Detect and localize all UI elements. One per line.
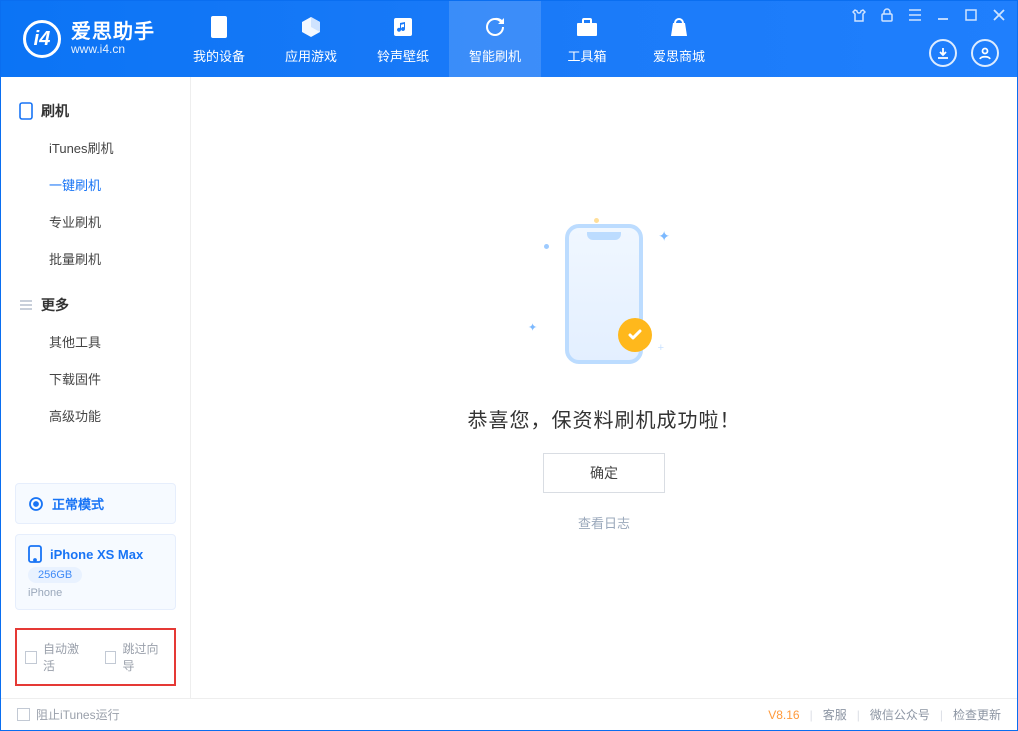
device-storage: 256GB (28, 567, 82, 583)
app-title: 爱思助手 (71, 21, 155, 43)
main-content: ✦ ✦ + 恭喜您，保资料刷机成功啦！ 确定 查看日志 (191, 77, 1017, 698)
mode-label: 正常模式 (52, 494, 104, 513)
titlebar-controls (851, 7, 1007, 23)
header: i4 爱思助手 www.i4.cn 我的设备 应用游戏 (1, 1, 1017, 77)
device-type: iPhone (28, 587, 163, 599)
checkbox-icon (25, 651, 37, 664)
tshirt-icon[interactable] (851, 7, 867, 23)
decor-dot (544, 244, 549, 249)
logo: i4 爱思助手 www.i4.cn (1, 20, 173, 58)
sidebar-item-oneclick-flash[interactable]: 一键刷机 (1, 166, 190, 203)
music-icon (390, 14, 416, 40)
footer-link-support[interactable]: 客服 (823, 706, 847, 723)
device-card[interactable]: iPhone XS Max 256GB iPhone (15, 534, 176, 610)
sparkle-icon: ✦ (658, 228, 670, 245)
sparkle-icon: + (658, 342, 664, 354)
close-icon[interactable] (991, 7, 1007, 23)
checkbox-icon (105, 651, 117, 664)
nav-label: 爱思商城 (653, 46, 705, 65)
minimize-icon[interactable] (935, 7, 951, 23)
nav-label: 我的设备 (193, 46, 245, 65)
nav-tabs: 我的设备 应用游戏 铃声壁纸 智能刷机 (173, 1, 725, 77)
menu-lines-icon (19, 298, 33, 312)
sidebar-item-advanced[interactable]: 高级功能 (1, 397, 190, 434)
phone-notch (587, 232, 621, 240)
success-check-icon (618, 318, 652, 352)
checkbox-label: 跳过向导 (122, 640, 166, 674)
nav-label: 工具箱 (567, 46, 606, 65)
checkbox-label: 自动激活 (43, 640, 87, 674)
phone-icon (19, 102, 33, 120)
sidebar-group-label: 更多 (41, 295, 69, 315)
app-subtitle: www.i4.cn (71, 43, 155, 56)
checkbox-skip-guide[interactable]: 跳过向导 (105, 640, 167, 674)
sparkle-icon: ✦ (528, 321, 537, 334)
sidebar-item-other-tools[interactable]: 其他工具 (1, 323, 190, 360)
header-right-icons (929, 39, 999, 67)
success-title: 恭喜您，保资料刷机成功啦！ (468, 404, 741, 433)
tab-smart-flash[interactable]: 智能刷机 (449, 1, 541, 77)
toolbox-icon (574, 14, 600, 40)
decor-dot (594, 218, 599, 223)
logo-mark-icon: i4 (23, 20, 61, 58)
footer-link-wechat[interactable]: 微信公众号 (870, 706, 930, 723)
sidebar-group-label: 刷机 (41, 101, 69, 121)
bottom-options-highlight: 自动激活 跳过向导 (15, 628, 176, 686)
device-name: iPhone XS Max (50, 547, 143, 562)
ok-button[interactable]: 确定 (543, 453, 665, 493)
tab-toolbox[interactable]: 工具箱 (541, 1, 633, 77)
sidebar: 刷机 iTunes刷机 一键刷机 专业刷机 批量刷机 更多 其他工具 下载固件 … (1, 77, 191, 698)
sidebar-group-more: 更多 (1, 287, 190, 323)
maximize-icon[interactable] (963, 7, 979, 23)
tab-apps-games[interactable]: 应用游戏 (265, 1, 357, 77)
sidebar-item-itunes-flash[interactable]: iTunes刷机 (1, 129, 190, 166)
footer-link-update[interactable]: 检查更新 (953, 706, 1001, 723)
checkbox-auto-activate[interactable]: 自动激活 (25, 640, 87, 674)
mode-card[interactable]: 正常模式 (15, 483, 176, 524)
menu-icon[interactable] (907, 7, 923, 23)
device-icon (28, 545, 42, 563)
footer-right: V8.16 | 客服 | 微信公众号 | 检查更新 (768, 706, 1001, 723)
logo-text: 爱思助手 www.i4.cn (71, 21, 155, 56)
device-boxes: 正常模式 iPhone XS Max 256GB iPhone (1, 483, 190, 622)
app-window: i4 爱思助手 www.i4.cn 我的设备 应用游戏 (0, 0, 1018, 731)
body: 刷机 iTunes刷机 一键刷机 专业刷机 批量刷机 更多 其他工具 下载固件 … (1, 77, 1017, 698)
nav-label: 智能刷机 (469, 46, 521, 65)
store-icon (666, 14, 692, 40)
checkbox-label: 阻止iTunes运行 (36, 706, 120, 723)
download-icon[interactable] (929, 39, 957, 67)
refresh-icon (482, 14, 508, 40)
tab-ringtones-wallpapers[interactable]: 铃声壁纸 (357, 1, 449, 77)
checkbox-icon (17, 708, 30, 721)
sidebar-item-download-firmware[interactable]: 下载固件 (1, 360, 190, 397)
sidebar-group-flash: 刷机 (1, 93, 190, 129)
lock-icon[interactable] (879, 7, 895, 23)
sidebar-item-pro-flash[interactable]: 专业刷机 (1, 203, 190, 240)
footer: 阻止iTunes运行 V8.16 | 客服 | 微信公众号 | 检查更新 (1, 698, 1017, 730)
sidebar-item-batch-flash[interactable]: 批量刷机 (1, 240, 190, 277)
nav-label: 铃声壁纸 (377, 46, 429, 65)
checkbox-block-itunes[interactable]: 阻止iTunes运行 (17, 706, 120, 723)
tab-store[interactable]: 爱思商城 (633, 1, 725, 77)
mode-icon (28, 496, 44, 512)
device-icon (206, 14, 232, 40)
cube-icon (298, 14, 324, 40)
separator: | (857, 708, 860, 722)
view-log-link[interactable]: 查看日志 (578, 513, 630, 532)
success-illustration: ✦ ✦ + (514, 204, 694, 384)
version-label: V8.16 (768, 708, 799, 722)
separator: | (940, 708, 943, 722)
nav-label: 应用游戏 (285, 46, 337, 65)
user-icon[interactable] (971, 39, 999, 67)
tab-my-device[interactable]: 我的设备 (173, 1, 265, 77)
separator: | (810, 708, 813, 722)
